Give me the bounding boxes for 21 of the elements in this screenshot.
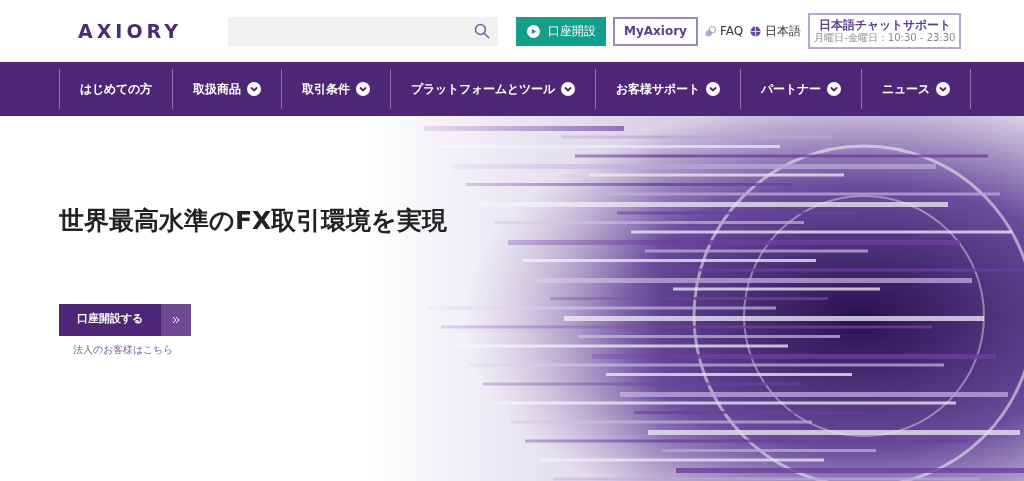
nav-item[interactable]: ニュース xyxy=(861,69,971,109)
faq-icon xyxy=(705,25,716,37)
corporate-customer-link[interactable]: 法人のお客様はこちら xyxy=(73,341,173,357)
language-link[interactable]: 日本語 xyxy=(765,22,802,40)
search-field[interactable] xyxy=(228,16,498,46)
faq-link[interactable]: FAQ xyxy=(720,22,744,40)
chat-support-button[interactable]: 日本語チャットサポート 月曜日-金曜日：10:30 - 23:30 xyxy=(808,13,962,49)
hero-headline: 世界最高水準のFX取引環境を実現 xyxy=(59,205,448,237)
nav-item[interactable]: 取扱商品 xyxy=(172,69,281,109)
search-icon xyxy=(474,23,490,39)
open-account-cta-button[interactable]: 口座開設する xyxy=(59,303,191,336)
double-chevron-icon xyxy=(172,315,180,324)
play-icon xyxy=(526,24,540,38)
nav-item[interactable]: プラットフォームとツール xyxy=(390,69,595,109)
nav-item[interactable]: パートナー xyxy=(740,69,861,109)
nav-item[interactable]: はじめての方 xyxy=(59,69,172,109)
nav-item[interactable]: 取引条件 xyxy=(281,69,390,109)
logo[interactable]: AXIORY xyxy=(78,16,188,46)
myaxiory-button[interactable]: MyAxiory xyxy=(613,16,698,46)
nav-item[interactable]: お客様サポート xyxy=(595,69,740,109)
globe-icon xyxy=(750,25,762,37)
